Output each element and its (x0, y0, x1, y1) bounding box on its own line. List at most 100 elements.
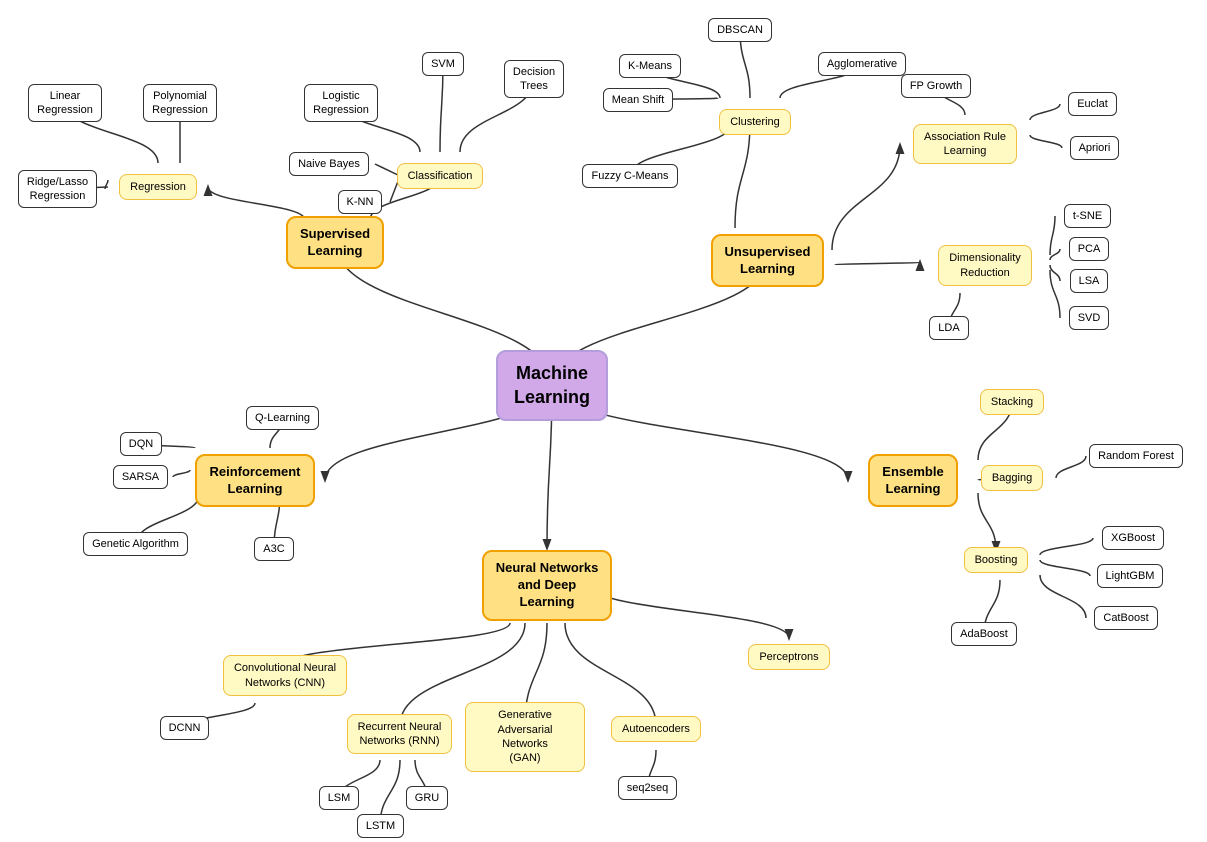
node-linear-reg: Linear Regression (20, 82, 110, 124)
node-euclat: Euclat (1060, 88, 1125, 120)
node-dcnn: DCNN (152, 712, 217, 744)
adaboost-label: AdaBoost (951, 622, 1017, 646)
stacking-label: Stacking (980, 389, 1044, 415)
node-poly-reg: Polynomial Regression (130, 82, 230, 124)
node-autoencoders: Autoencoders (606, 708, 706, 750)
linear-reg-label: Linear Regression (28, 84, 102, 123)
node-svm: SVM (413, 48, 473, 80)
fuzzy-cmeans-label: Fuzzy C-Means (582, 164, 677, 188)
node-dqn: DQN (112, 428, 170, 460)
node-adaboost: AdaBoost (944, 618, 1024, 650)
node-knn: K-NN (330, 186, 390, 218)
cnn-label: Convolutional Neural Networks (CNN) (223, 655, 347, 696)
node-catboost: CatBoost (1086, 602, 1166, 634)
euclat-label: Euclat (1068, 92, 1117, 116)
node-kmeans: K-Means (610, 50, 690, 82)
node-boosting: Boosting (952, 540, 1040, 580)
node-cnn: Convolutional Neural Networks (CNN) (220, 648, 350, 703)
node-supervised: Supervised Learning (270, 210, 400, 275)
dqn-label: DQN (120, 432, 162, 456)
node-perceptrons: Perceptrons (740, 636, 838, 678)
node-lda: LDA (920, 312, 978, 344)
association-label: Association Rule Learning (913, 124, 1017, 165)
node-q-learning: Q-Learning (240, 402, 325, 434)
node-random-forest: Random Forest (1086, 440, 1186, 472)
ridge-lasso-label: Ridge/Lasso Regression (18, 170, 97, 209)
gru-label: GRU (406, 786, 448, 810)
node-classification: Classification (385, 152, 495, 200)
node-unsupervised: Unsupervised Learning (700, 228, 835, 293)
unsupervised-label: Unsupervised Learning (711, 234, 825, 288)
node-machine-learning: Machine Learning (487, 348, 617, 423)
bagging-label: Bagging (981, 465, 1043, 491)
gan-label: Generative Adversarial Networks (GAN) (465, 702, 585, 771)
sarsa-label: SARSA (113, 465, 168, 489)
dbscan-label: DBSCAN (708, 18, 772, 42)
mean-shift-label: Mean Shift (603, 88, 674, 112)
pca-label: PCA (1069, 237, 1110, 261)
logistic-label: Logistic Regression (304, 84, 378, 123)
lstm-label: LSTM (357, 814, 404, 838)
lightgbm-label: LightGBM (1097, 564, 1164, 588)
genetic-label: Genetic Algorithm (83, 532, 188, 556)
node-svd: SVD (1060, 302, 1118, 334)
q-learning-label: Q-Learning (246, 406, 319, 430)
perceptrons-label: Perceptrons (748, 644, 829, 670)
seq2seq-label: seq2seq (618, 776, 678, 800)
node-decision-trees: Decision Trees (495, 58, 573, 100)
node-ensemble: Ensemble Learning (848, 448, 978, 513)
supervised-label: Supervised Learning (286, 216, 384, 270)
agglomerative-label: Agglomerative (818, 52, 906, 76)
naive-bayes-label: Naive Bayes (289, 152, 369, 176)
lda-label: LDA (929, 316, 968, 340)
regression-label: Regression (119, 174, 197, 200)
node-rnn: Recurrent Neural Networks (RNN) (342, 708, 457, 760)
decision-trees-label: Decision Trees (504, 60, 564, 99)
reinforcement-label: Reinforcement Learning (195, 454, 314, 508)
knn-label: K-NN (338, 190, 383, 214)
fp-growth-label: FP Growth (901, 74, 971, 98)
catboost-label: CatBoost (1094, 606, 1157, 630)
lsa-label: LSA (1070, 269, 1109, 293)
lsm-label: LSM (319, 786, 360, 810)
rnn-label: Recurrent Neural Networks (RNN) (347, 714, 453, 755)
node-tsne: t-SNE (1055, 200, 1120, 232)
node-pca: PCA (1060, 233, 1118, 265)
dimensionality-label: Dimensionality Reduction (938, 245, 1032, 286)
svm-label: SVM (422, 52, 464, 76)
node-lsa: LSA (1060, 265, 1118, 297)
ml-label: Machine Learning (496, 350, 608, 421)
node-lstm: LSTM (348, 810, 413, 842)
a3c-label: A3C (254, 537, 293, 561)
node-naive-bayes: Naive Bayes (283, 148, 375, 180)
node-dbscan: DBSCAN (700, 14, 780, 46)
autoencoders-label: Autoencoders (611, 716, 701, 742)
node-gan: Generative Adversarial Networks (GAN) (465, 708, 585, 766)
random-forest-label: Random Forest (1089, 444, 1183, 468)
classification-label: Classification (397, 163, 484, 189)
kmeans-label: K-Means (619, 54, 681, 78)
node-xgboost: XGBoost (1093, 522, 1173, 554)
node-stacking: Stacking (968, 382, 1056, 422)
clustering-label: Clustering (719, 109, 791, 135)
tsne-label: t-SNE (1064, 204, 1111, 228)
node-ridge-lasso: Ridge/Lasso Regression (10, 168, 105, 210)
node-clustering: Clustering (700, 98, 810, 146)
ensemble-label: Ensemble Learning (868, 454, 957, 508)
node-lightgbm: LightGBM (1090, 560, 1170, 592)
node-reinforcement: Reinforcement Learning (185, 448, 325, 513)
node-fp-growth: FP Growth (896, 70, 976, 102)
neural-label: Neural Networks and Deep Learning (482, 550, 613, 621)
node-neural: Neural Networks and Deep Learning (472, 548, 622, 623)
node-association: Association Rule Learning (900, 115, 1030, 173)
node-sarsa: SARSA (108, 461, 173, 493)
node-apriori: Apriori (1062, 132, 1127, 164)
node-bagging: Bagging (968, 458, 1056, 498)
node-mean-shift: Mean Shift (598, 84, 678, 116)
node-fuzzy-cmeans: Fuzzy C-Means (580, 160, 680, 192)
node-regression: Regression (108, 163, 208, 211)
node-genetic: Genetic Algorithm (78, 528, 193, 560)
dcnn-label: DCNN (160, 716, 210, 740)
boosting-label: Boosting (964, 547, 1029, 573)
node-seq2seq: seq2seq (610, 772, 685, 804)
